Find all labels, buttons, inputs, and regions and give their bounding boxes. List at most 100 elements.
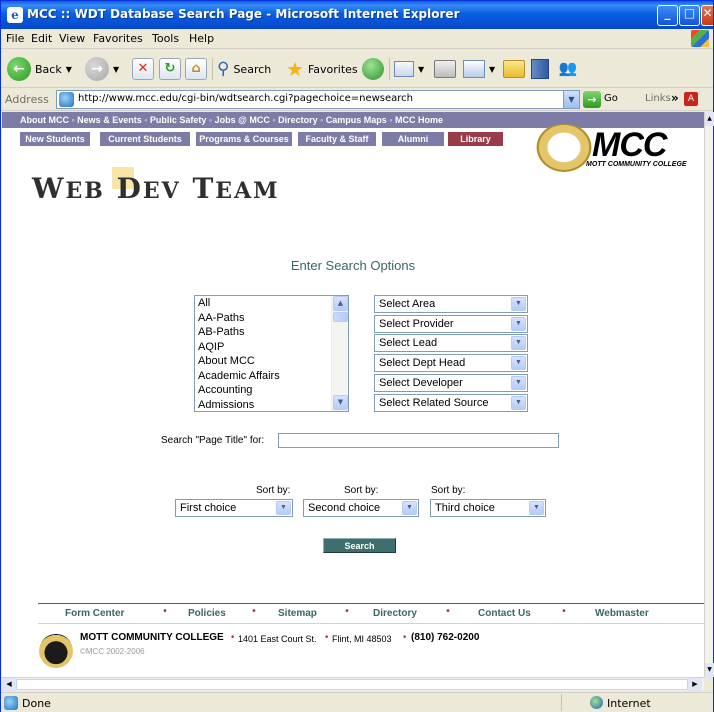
chevron-down-icon[interactable]: ▼ — [529, 501, 544, 515]
favorites-button[interactable]: ★ Favorites — [286, 55, 358, 83]
list-item[interactable]: Admissions — [195, 398, 348, 412]
address-dropdown-icon[interactable]: ▼ — [563, 91, 579, 108]
tab-new-students[interactable]: New Students — [20, 132, 90, 146]
mcc-logo[interactable]: MCC — [592, 126, 667, 165]
scroll-left-icon[interactable]: ◀ — [2, 678, 16, 691]
sort-select-2[interactable]: Second choice ▼ — [303, 499, 419, 517]
mail-dropdown-icon[interactable]: ▼ — [418, 65, 424, 74]
list-item[interactable]: Accounting — [195, 383, 348, 398]
footer-bullet: • — [230, 633, 236, 643]
maximize-button[interactable]: □ — [679, 5, 700, 26]
developer-select[interactable]: Select Developer ▼ — [374, 374, 528, 392]
footer-link-contact-us[interactable]: Contact Us — [478, 608, 531, 619]
sort-label-1: Sort by: — [256, 485, 291, 496]
forward-dropdown-icon[interactable]: ▼ — [113, 65, 119, 74]
chevron-down-icon[interactable]: ▼ — [511, 356, 526, 370]
footer-copyright: ©MCC 2002-2006 — [80, 647, 145, 656]
chevron-down-icon[interactable]: ▼ — [511, 396, 526, 410]
acrobat-icon[interactable]: A — [684, 92, 698, 106]
scroll-down-icon[interactable]: ▼ — [705, 663, 714, 677]
top-nav-links[interactable]: About MCC ◦ News & Events ◦ Public Safet… — [20, 115, 443, 125]
refresh-icon: ↻ — [159, 58, 181, 80]
menu-favorites[interactable]: Favorites — [93, 32, 143, 45]
links-label[interactable]: Links — [645, 93, 671, 104]
scroll-up-icon[interactable]: ▲ — [705, 112, 714, 126]
print-button[interactable] — [434, 55, 456, 83]
search-icon: ⚲ — [217, 59, 230, 79]
menu-tools[interactable]: Tools — [152, 32, 179, 45]
sort-select-3[interactable]: Third choice ▼ — [430, 499, 546, 517]
mail-button[interactable]: ▼ — [394, 55, 424, 83]
menu-view[interactable]: View — [59, 32, 85, 45]
chevron-down-icon[interactable]: ▼ — [511, 317, 526, 331]
mcc-seal-icon — [39, 634, 73, 668]
folder-button[interactable] — [503, 55, 525, 83]
go-button[interactable]: Go — [604, 93, 618, 104]
dept-head-select[interactable]: Select Dept Head ▼ — [374, 354, 528, 372]
menu-edit[interactable]: Edit — [31, 32, 52, 45]
scroll-thumb[interactable] — [333, 312, 348, 322]
scroll-right-icon[interactable]: ▶ — [688, 678, 702, 691]
scroll-down-icon[interactable]: ▼ — [333, 395, 348, 410]
list-item[interactable]: All — [195, 296, 348, 311]
provider-select[interactable]: Select Provider ▼ — [374, 315, 528, 333]
chevron-down-icon[interactable]: ▼ — [511, 297, 526, 311]
toolbar-separator — [389, 58, 390, 80]
horizontal-scroll-thumb[interactable] — [16, 679, 688, 690]
close-button[interactable]: ✕ — [701, 5, 713, 26]
listbox-scrollbar[interactable]: ▲ ▼ — [331, 296, 348, 411]
chevron-down-icon[interactable]: ▼ — [511, 336, 526, 350]
list-item[interactable]: AQIP — [195, 340, 348, 355]
footer-link-form-center[interactable]: Form Center — [65, 608, 124, 619]
list-item[interactable]: AA-Paths — [195, 311, 348, 326]
footer-bullet: • — [402, 633, 408, 643]
search-title-input[interactable] — [278, 433, 559, 448]
address-input[interactable]: http://www.mcc.edu/cgi-bin/wdtsearch.cgi… — [56, 90, 580, 109]
chevron-down-icon[interactable]: ▼ — [511, 376, 526, 390]
list-item[interactable]: About MCC — [195, 354, 348, 369]
research-book-icon — [531, 59, 549, 79]
go-arrow-icon[interactable]: → — [583, 91, 601, 108]
menu-help[interactable]: Help — [189, 32, 214, 45]
messenger-button[interactable]: 👥 — [557, 55, 579, 83]
home-button[interactable]: ⌂ — [185, 55, 207, 83]
media-icon — [362, 58, 384, 80]
refresh-button[interactable]: ↻ — [159, 55, 181, 83]
page-horizontal-scrollbar[interactable]: ◀ ▶ — [2, 677, 704, 691]
footer-bullet: • — [162, 606, 168, 617]
category-listbox[interactable]: All AA-Paths AB-Paths AQIP About MCC Aca… — [194, 295, 349, 412]
search-submit-button[interactable]: Search — [323, 538, 396, 553]
footer-link-policies[interactable]: Policies — [188, 608, 226, 619]
footer-link-webmaster[interactable]: Webmaster — [595, 608, 649, 619]
chevron-down-icon[interactable]: ▼ — [276, 501, 291, 515]
address-url[interactable]: http://www.mcc.edu/cgi-bin/wdtsearch.cgi… — [78, 93, 413, 104]
tab-programs-courses[interactable]: Programs & Courses — [196, 132, 292, 146]
research-button[interactable] — [531, 55, 549, 83]
footer-link-directory[interactable]: Directory — [373, 608, 417, 619]
search-button[interactable]: ⚲ Search — [217, 55, 271, 83]
scroll-up-icon[interactable]: ▲ — [333, 296, 348, 311]
lead-select[interactable]: Select Lead ▼ — [374, 334, 528, 352]
back-dropdown-icon[interactable]: ▼ — [66, 65, 72, 74]
area-select[interactable]: Select Area ▼ — [374, 295, 528, 313]
list-item[interactable]: AB-Paths — [195, 325, 348, 340]
links-chevron-icon[interactable]: » — [671, 91, 679, 105]
related-source-select[interactable]: Select Related Source ▼ — [374, 394, 528, 412]
tab-alumni[interactable]: Alumni — [382, 132, 444, 146]
chevron-down-icon[interactable]: ▼ — [402, 501, 417, 515]
tab-library[interactable]: Library — [448, 132, 503, 146]
tab-current-students[interactable]: Current Students — [100, 132, 190, 146]
list-item[interactable]: Academic Affairs — [195, 369, 348, 384]
page-vertical-scrollbar[interactable]: ▲ ▼ — [704, 112, 714, 677]
tab-faculty-staff[interactable]: Faculty & Staff — [298, 132, 376, 146]
back-button[interactable]: ← Back ▼ — [7, 55, 72, 83]
stop-button[interactable]: ✕ — [132, 55, 154, 83]
edit-dropdown-icon[interactable]: ▼ — [489, 65, 495, 74]
footer-link-sitemap[interactable]: Sitemap — [278, 608, 317, 619]
media-button[interactable] — [362, 55, 384, 83]
menu-file[interactable]: File — [6, 32, 24, 45]
edit-button[interactable]: ▼ — [463, 55, 495, 83]
forward-button[interactable]: → ▼ — [85, 55, 119, 83]
minimize-button[interactable]: _ — [657, 5, 678, 26]
sort-select-1[interactable]: First choice ▼ — [175, 499, 293, 517]
